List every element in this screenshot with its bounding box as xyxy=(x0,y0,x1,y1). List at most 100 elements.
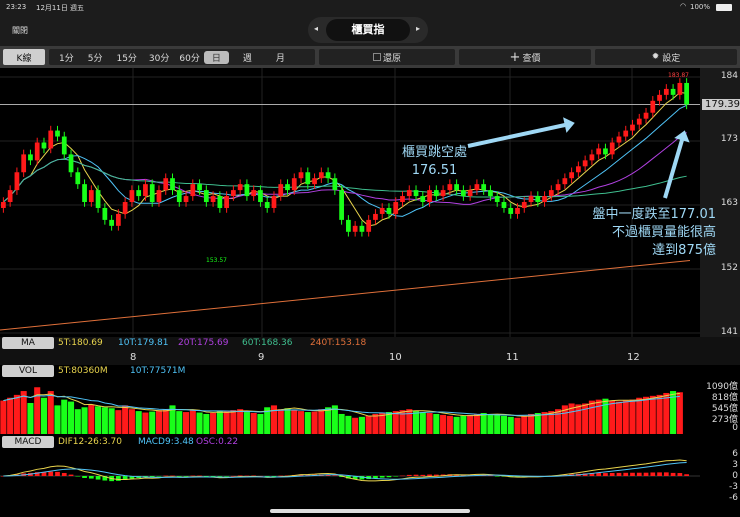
settings-button[interactable]: ✹ 設定 xyxy=(595,49,737,65)
volume-chart[interactable] xyxy=(0,379,700,436)
macd-axis: 6 3 0 -3 -6 xyxy=(700,449,740,505)
checkbox-icon[interactable] xyxy=(372,53,381,61)
candle xyxy=(467,190,473,197)
osc-bar xyxy=(48,471,54,476)
volume-bar xyxy=(527,413,535,434)
y-tick: 6 xyxy=(732,449,738,459)
volume-bar xyxy=(446,415,453,434)
volume-bar xyxy=(541,412,548,434)
ma-tag[interactable]: MA xyxy=(2,337,54,349)
period-5min[interactable]: 5分 xyxy=(88,51,103,64)
volume-bar xyxy=(480,413,487,434)
candle xyxy=(359,225,365,232)
candle xyxy=(521,202,527,208)
osc-bar xyxy=(332,475,338,476)
macd-chart[interactable] xyxy=(0,449,700,505)
annotation-gap: 櫃買跳空處 176.51 xyxy=(402,144,467,180)
candle xyxy=(515,207,520,214)
volume-bar xyxy=(385,412,393,434)
candle xyxy=(576,166,581,173)
vol-tag[interactable]: VOL xyxy=(2,365,54,377)
volume-bar xyxy=(453,416,460,434)
osc-bar xyxy=(55,471,60,476)
volume-bar xyxy=(128,409,135,434)
settings-label: 設定 xyxy=(662,53,681,64)
volume-bar xyxy=(365,415,372,434)
page-title[interactable]: 櫃買指 xyxy=(326,19,410,41)
candle xyxy=(684,82,689,105)
vol-axis: 1090億 818億 545億 273億 0 xyxy=(700,379,740,436)
candle xyxy=(136,190,142,197)
volume-bar xyxy=(372,413,379,434)
period-week[interactable]: 週 xyxy=(243,51,252,64)
y-tick: 152 xyxy=(720,263,738,273)
period-60min[interactable]: 60分 xyxy=(179,51,199,64)
period-15min[interactable]: 15分 xyxy=(116,51,136,64)
osc-bar xyxy=(224,476,229,477)
arrow-icon xyxy=(467,123,566,148)
osc-bar xyxy=(420,474,426,476)
ma5-value: 5T:180.69 xyxy=(58,338,103,348)
volume-bar xyxy=(318,409,325,434)
period-month[interactable]: 月 xyxy=(276,51,285,64)
volume-bar xyxy=(40,397,48,434)
candle xyxy=(41,142,47,149)
date-axis[interactable]: 8 9 10 11 12 xyxy=(0,352,740,365)
kline-tab[interactable]: K線 xyxy=(3,49,45,65)
volume-bar xyxy=(615,401,623,434)
osc-bar xyxy=(75,476,81,477)
query-price-button[interactable]: + 查價 xyxy=(459,49,591,65)
candle xyxy=(305,172,311,185)
annotation-volume: 盤中一度跌至177.01 不過櫃買量能很高 達到875億 xyxy=(580,206,717,260)
prev-arrow-icon[interactable]: ◂ xyxy=(314,24,318,33)
volume-bar xyxy=(426,413,433,434)
candle xyxy=(210,196,216,203)
candle xyxy=(61,136,67,155)
osc-bar xyxy=(609,472,615,476)
candle xyxy=(548,190,554,197)
volume-bar xyxy=(642,396,650,434)
vol-legend: VOL 5T:80360M 10T:77571M xyxy=(0,365,740,379)
status-date: 12月11日 週五 xyxy=(36,4,85,12)
volume-bar xyxy=(595,399,602,434)
candle xyxy=(352,225,358,232)
volume-bar xyxy=(676,392,683,434)
osc-bar xyxy=(217,476,223,477)
volume-bar xyxy=(412,411,420,434)
candle xyxy=(217,196,223,208)
volume-bar xyxy=(230,410,237,434)
osc-value: OSC:0.22 xyxy=(196,437,239,447)
candle xyxy=(251,190,257,197)
query-label: 查價 xyxy=(522,53,541,64)
candle xyxy=(494,196,500,203)
candle xyxy=(535,196,541,203)
volume-bar xyxy=(115,410,122,434)
macd-tag[interactable]: MACD xyxy=(2,436,54,448)
price-chart[interactable] xyxy=(0,68,700,337)
candle xyxy=(420,196,426,203)
candle xyxy=(129,190,135,203)
period-1min[interactable]: 1分 xyxy=(59,51,74,64)
home-indicator[interactable] xyxy=(270,509,470,513)
period-day[interactable]: 日 xyxy=(203,50,229,64)
restore-toggle[interactable]: 還原 xyxy=(319,49,455,65)
candle xyxy=(88,190,94,203)
next-arrow-icon[interactable]: ▸ xyxy=(416,24,420,33)
osc-bar xyxy=(630,472,635,476)
volume-bar xyxy=(636,397,643,434)
osc-bar xyxy=(684,474,689,476)
osc-bar xyxy=(494,476,500,477)
close-button[interactable]: 關閉 xyxy=(12,25,28,36)
y-tick: 184 xyxy=(720,71,738,81)
annotation-line: 達到875億 xyxy=(652,243,716,258)
osc-bar xyxy=(603,473,608,476)
volume-bar xyxy=(74,409,81,434)
period-30min[interactable]: 30分 xyxy=(149,51,169,64)
volume-bar xyxy=(345,415,352,434)
candle xyxy=(508,207,514,214)
candle xyxy=(528,196,534,203)
date-label: 9 xyxy=(258,352,265,363)
annotation-line: 不過櫃買量能很高 xyxy=(611,225,716,240)
candle xyxy=(325,172,331,179)
candle xyxy=(122,202,128,214)
